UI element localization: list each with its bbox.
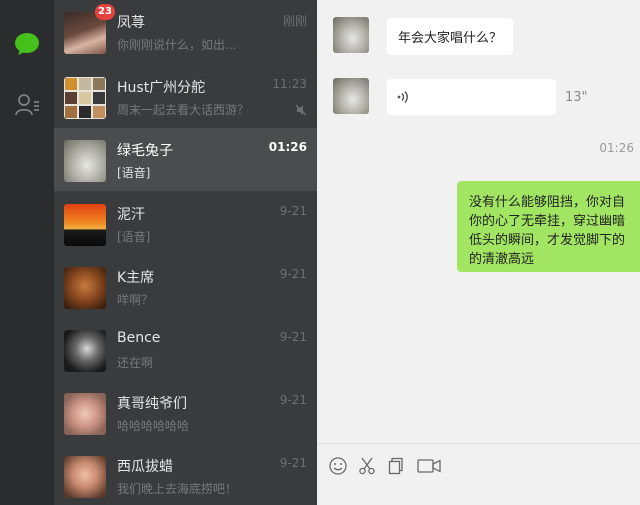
conversation-time: 11:23: [272, 77, 307, 91]
conversation-time: 9-21: [279, 204, 307, 218]
conversation-list: 23 凤荨 你刚刚说什么，如出... 刚刚 Hust广州分舵 周末一起去看大话西…: [54, 0, 317, 505]
sender-avatar: [333, 78, 369, 114]
message-timestamp: 01:26: [599, 141, 634, 155]
conversation-time: 9-21: [279, 330, 307, 344]
conversation-preview: 你刚刚说什么，如出...: [117, 38, 237, 52]
conversation-item[interactable]: Hust广州分舵 周末一起去看大话西游？ 11:23: [54, 65, 317, 128]
scissors-icon[interactable]: [357, 456, 377, 476]
mute-icon: [295, 101, 307, 120]
conversation-name: 绿毛兔子: [117, 143, 173, 159]
conversation-time: 9-21: [279, 456, 307, 470]
conversation-time: 9-21: [279, 393, 307, 407]
conversation-preview: [语音]: [117, 230, 151, 244]
conversation-preview: 咩啊？: [117, 293, 154, 307]
conversation-name: Hust广州分舵: [117, 80, 206, 96]
sender-avatar: [333, 17, 369, 53]
conversation-name: K主席: [117, 270, 155, 286]
avatar: [64, 393, 106, 435]
outgoing-text-bubble: 没有什么能够阻挡，你对自 你的心了无牵挂，穿过幽暗 低头的瞬间，才发觉脚下的 的…: [457, 181, 640, 272]
voice-wave-icon: [397, 90, 411, 108]
file-icon[interactable]: [386, 456, 406, 476]
conversation-time: 刚刚: [282, 14, 307, 28]
emoji-icon[interactable]: [328, 456, 348, 476]
conversation-preview: 还在啊: [117, 356, 154, 370]
incoming-text-bubble: 年会大家唱什么？: [387, 18, 514, 55]
message-line: 没有什么能够阻挡，你对自: [469, 195, 626, 210]
input-divider: [317, 443, 640, 444]
group-avatar: [64, 77, 106, 119]
contacts-nav-icon[interactable]: [13, 91, 41, 119]
chat-pane: 年会大家唱什么？ 13" 01:26 没有什么能够阻挡，你对自 你的心了无牵挂，…: [317, 0, 640, 505]
avatar: [64, 204, 106, 246]
conversation-time: 01:26: [268, 140, 307, 154]
conversation-item[interactable]: K主席 咩啊？ 9-21: [54, 255, 317, 318]
avatar: [64, 140, 106, 182]
conversation-name: 泥汗: [117, 207, 145, 223]
conversation-item[interactable]: Bence 还在啊 9-21: [54, 318, 317, 381]
message-line: 你的心了无牵挂，穿过幽暗: [469, 214, 626, 229]
conversation-preview: 哈哈哈哈哈哈: [117, 419, 190, 433]
voice-message-bubble[interactable]: [387, 79, 556, 115]
avatar: [64, 267, 106, 309]
conversation-time: 9-21: [279, 267, 307, 281]
conversation-preview: 周末一起去看大话西游？: [117, 103, 250, 117]
voice-duration: 13": [565, 90, 588, 105]
conversation-name: 真哥纯爷们: [117, 396, 187, 412]
conversation-preview: 我们晚上去海底捞吧！: [117, 482, 238, 496]
conversation-name: 凤荨: [117, 15, 145, 31]
conversation-item[interactable]: 真哥纯爷们 哈哈哈哈哈哈 9-21: [54, 381, 317, 444]
video-call-icon[interactable]: [417, 456, 441, 476]
conversation-item[interactable]: 泥汗 [语音] 9-21: [54, 192, 317, 255]
chat-nav-icon[interactable]: [13, 30, 41, 58]
message-line: 的清澈高远: [469, 252, 535, 267]
nav-rail: [0, 0, 54, 505]
avatar: [64, 330, 106, 372]
conversation-preview: [语音]: [117, 166, 151, 180]
conversation-name: 西瓜拔蜡: [117, 459, 173, 475]
message-line: 低头的瞬间，才发觉脚下的: [469, 233, 626, 248]
avatar: [64, 456, 106, 498]
conversation-name: Bence: [117, 330, 161, 346]
conversation-item[interactable]: 西瓜拔蜡 我们晚上去海底捞吧！ 9-21: [54, 444, 317, 505]
conversation-item-active[interactable]: 绿毛兔子 [语音] 01:26: [54, 128, 317, 191]
conversation-item[interactable]: 23 凤荨 你刚刚说什么，如出... 刚刚: [54, 0, 317, 63]
unread-badge: 23: [95, 4, 115, 20]
